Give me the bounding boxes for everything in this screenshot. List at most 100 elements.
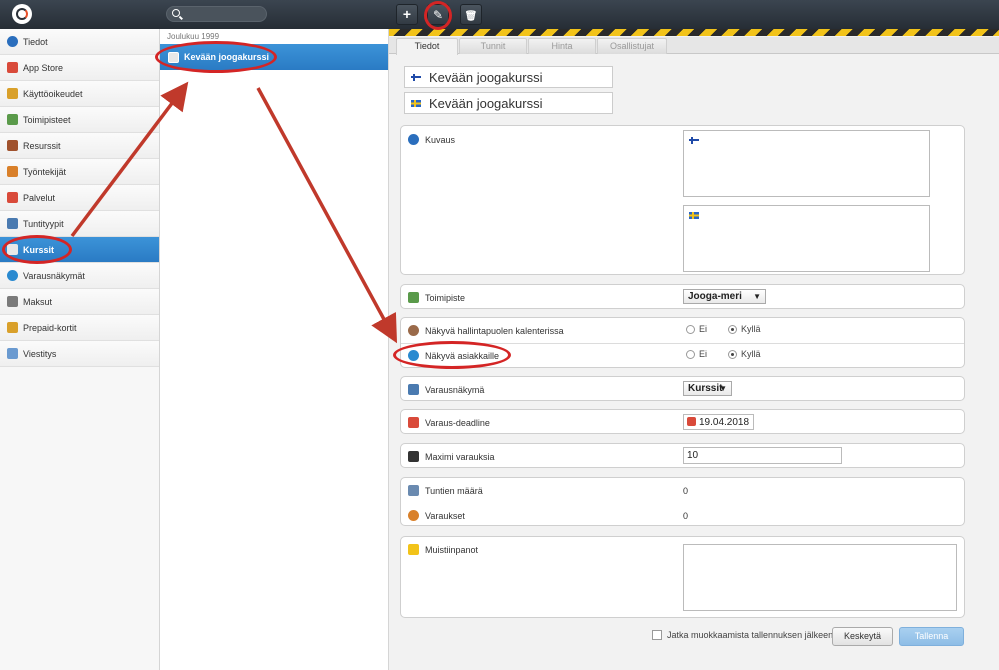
tab-tunnit[interactable]: Tunnit <box>459 38 527 54</box>
resource-icon <box>7 140 18 151</box>
sidebar-item-label: Toimipisteet <box>23 114 71 125</box>
list-group-header: Joulukuu 1999 <box>167 32 220 41</box>
top-bar: + ✎ 🗑 <box>0 0 999 29</box>
detail-panel: Tiedot Tunnit Hinta Osallistujat Kevään … <box>389 29 999 670</box>
delete-button[interactable]: 🗑 <box>460 4 482 25</box>
location-label-row: Toimipiste <box>408 292 465 303</box>
sidebar-item-prepaid-kortit[interactable]: Prepaid-kortit <box>0 315 159 341</box>
course-icon <box>168 51 179 63</box>
radio-button[interactable] <box>686 324 695 334</box>
description-fi-textarea[interactable] <box>683 130 930 197</box>
booking-view-label-row: Varausnäkymä <box>408 384 484 395</box>
sidebar-item-maksut[interactable]: Maksut <box>0 289 159 315</box>
app-logo-icon[interactable] <box>12 4 32 24</box>
booking-view-select[interactable]: Kurssit ▼ <box>683 381 732 396</box>
save-button[interactable]: Tallenna <box>899 627 964 646</box>
sidebar-item-label: Työntekijät <box>23 166 67 177</box>
deadline-label-row: Varaus-deadline <box>408 417 490 428</box>
chevron-down-icon: ▼ <box>719 384 727 393</box>
visibility-panel: Näkyvä hallintapuolen kalenterissa Ei Ky… <box>400 317 965 368</box>
sidebar-item-label: Käyttöoikeudet <box>23 88 83 99</box>
counts-panel: Tuntien määrä 0 Varaukset 0 <box>400 477 965 526</box>
sidebar-item-viestitys[interactable]: Viestitys <box>0 341 159 367</box>
calendar-icon <box>687 417 696 426</box>
title-fi-input[interactable]: Kevään joogakurssi <box>404 66 613 88</box>
location-select[interactable]: Jooga-meri ▼ <box>683 289 766 304</box>
sidebar-item-label: App Store <box>23 62 64 73</box>
sidebar-item-toimipisteet[interactable]: Toimipisteet <box>0 107 159 133</box>
sidebar-item-kurssit[interactable]: Kurssit <box>0 237 159 263</box>
max-bookings-input[interactable]: 10 <box>683 447 842 464</box>
bookings-value: 0 <box>683 511 689 521</box>
sidebar-item-tiedot[interactable]: Tiedot <box>0 29 159 55</box>
note-icon <box>408 544 419 555</box>
max-bookings-value: 10 <box>687 450 699 461</box>
finnish-flag-icon <box>689 137 699 144</box>
radio-label: Ei <box>699 349 708 359</box>
deadline-panel: Varaus-deadline 19.04.2018 <box>400 409 965 434</box>
add-button[interactable]: + <box>396 4 418 25</box>
title-sv-value: Kevään joogakurssi <box>429 95 543 111</box>
permissions-icon <box>7 88 18 99</box>
row-divider <box>401 343 964 344</box>
messaging-icon <box>7 348 18 359</box>
radio-button-checked[interactable] <box>728 324 737 334</box>
tab-bar: Tiedot Tunnit Hinta Osallistujat <box>389 37 999 55</box>
sidebar-item-label: Kurssit <box>23 244 55 255</box>
pencil-icon: ✎ <box>432 8 444 22</box>
continue-editing-checkbox[interactable] <box>652 630 662 640</box>
eye-icon <box>408 350 419 361</box>
search-input[interactable] <box>183 8 263 20</box>
description-sv-textarea[interactable] <box>683 205 930 272</box>
edit-button[interactable]: ✎ <box>427 4 449 25</box>
chevron-down-icon: ▼ <box>753 292 761 301</box>
notes-label-row: Muistiinpanot <box>408 544 478 555</box>
calendar-icon <box>408 417 419 428</box>
swedish-flag-icon <box>411 99 421 107</box>
radio-button-checked[interactable] <box>728 349 737 359</box>
visible-customers-no-radio[interactable]: Ei <box>686 349 707 359</box>
notes-textarea[interactable] <box>683 544 957 611</box>
bookings-row: Varaukset <box>408 510 465 521</box>
booking-view-icon <box>7 270 18 281</box>
sidebar-item-palvelut[interactable]: Palvelut <box>0 185 159 211</box>
search-box[interactable] <box>166 6 267 22</box>
sidebar-item-tuntityypit[interactable]: Tuntityypit <box>0 211 159 237</box>
sidebar-item-varausnäkymät[interactable]: Varausnäkymät <box>0 263 159 289</box>
bookings-label: Varaukset <box>425 510 465 521</box>
tab-osallistujat[interactable]: Osallistujat <box>597 38 667 54</box>
sidebar-item-käyttöoikeudet[interactable]: Käyttöoikeudet <box>0 81 159 107</box>
notes-label: Muistiinpanot <box>425 544 479 555</box>
location-label: Toimipiste <box>425 292 466 303</box>
max-bookings-panel: Maximi varauksia 10 <box>400 443 965 468</box>
booking-view-select-value: Kurssit <box>688 383 723 394</box>
visible-admin-no-radio[interactable]: Ei <box>686 324 707 334</box>
sidebar-item-label: Tuntityypit <box>23 218 64 229</box>
tab-tiedot[interactable]: Tiedot <box>396 38 458 55</box>
sidebar-item-app-store[interactable]: App Store <box>0 55 159 81</box>
continue-editing-row[interactable]: Jatka muokkaamista tallennuksen jälkeen <box>652 630 833 640</box>
edit-mode-stripes <box>389 29 999 36</box>
counter-icon <box>408 451 419 462</box>
search-icon <box>172 9 180 17</box>
prepaid-card-icon <box>7 322 18 333</box>
sidebar-item-työntekijät[interactable]: Työntekijät <box>0 159 159 185</box>
booking-view-icon <box>408 384 419 395</box>
sidebar-item-resurssit[interactable]: Resurssit <box>0 133 159 159</box>
visible-admin-yes-radio[interactable]: Kyllä <box>728 324 761 334</box>
notes-panel: Muistiinpanot <box>400 536 965 618</box>
deadline-input[interactable]: 19.04.2018 <box>683 414 754 430</box>
title-sv-input[interactable]: Kevään joogakurssi <box>404 92 613 114</box>
lesson-count-row: Tuntien määrä <box>408 485 483 496</box>
list-item-selected-course[interactable]: Kevään joogakurssi <box>160 44 388 70</box>
app-store-icon <box>7 62 18 73</box>
max-bookings-label-row: Maximi varauksia <box>408 451 495 462</box>
tab-hinta[interactable]: Hinta <box>528 38 596 54</box>
radio-button[interactable] <box>686 349 695 359</box>
book-icon <box>408 485 419 496</box>
people-icon <box>408 510 419 521</box>
radio-label: Kyllä <box>741 349 761 359</box>
cancel-button[interactable]: Keskeytä <box>832 627 893 646</box>
visible-customers-yes-radio[interactable]: Kyllä <box>728 349 761 359</box>
visible-admin-row: Näkyvä hallintapuolen kalenterissa <box>408 325 564 336</box>
